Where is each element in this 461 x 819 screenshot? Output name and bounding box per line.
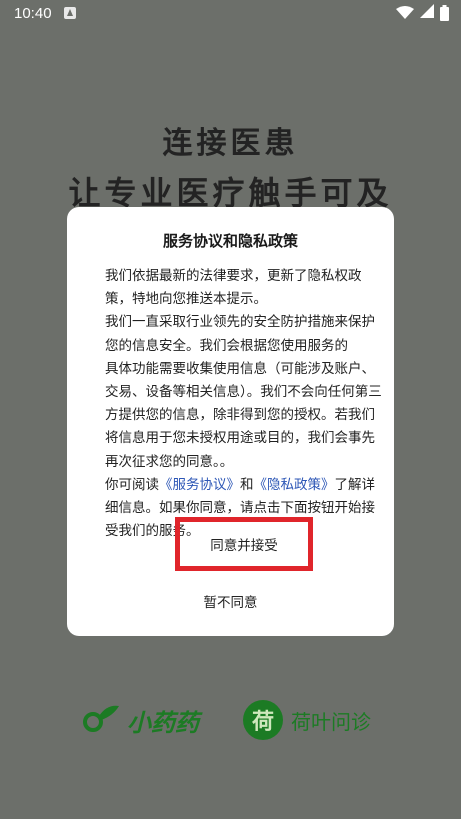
signal-icon — [420, 4, 434, 22]
accept-button-label: 同意并接受 — [210, 538, 278, 554]
xiaoyaoyao-logo: 小药药 — [83, 700, 199, 740]
p3-prefix: 你可阅读 — [105, 476, 159, 493]
dialog-paragraph-2a: 我们一直采取行业领先的安全防护措施来保护您的信息安全。我们会根据您使用服务的 — [105, 314, 375, 354]
battery-icon — [440, 5, 449, 21]
dialog-paragraph-2b: 具体功能需要收集使用信息（可能涉及账户、交易、设备等相关信息）。我们不会向任何第… — [105, 360, 382, 470]
wifi-icon — [396, 6, 414, 20]
dialog-body: 我们依据最新的法律要求，更新了隐私权政策，特地向您推送本提示。 我们一直采取行业… — [77, 265, 384, 543]
heye-badge-icon: 荷 — [243, 700, 283, 740]
leaf-logo-icon — [83, 702, 121, 738]
dialog-title: 服务协议和隐私政策 — [162, 232, 298, 250]
privacy-dialog: 服务协议和隐私政策 我们依据最新的法律要求，更新了隐私权政策，特地向您推送本提示… — [67, 207, 394, 636]
splash-headline-line1: 连接医患 — [162, 126, 299, 161]
status-bar: 10:40 — [0, 0, 461, 28]
privacy-policy-link[interactable]: 《隐私政策》 — [254, 477, 335, 493]
dialog-paragraph-1: 我们依据最新的法律要求，更新了隐私权政策，特地向您推送本提示。 — [105, 268, 362, 308]
status-icons — [396, 4, 449, 22]
logo-right-text: 荷叶问诊 — [291, 709, 371, 734]
heye-wenzhen-logo: 荷 荷叶问诊 — [243, 700, 371, 740]
p3-and: 和 — [240, 476, 254, 493]
service-agreement-link[interactable]: 《服务协议》 — [159, 477, 240, 493]
decline-button[interactable]: 暂不同意 — [167, 589, 294, 617]
accept-button[interactable]: 同意并接受 — [175, 517, 313, 571]
status-time: 10:40 — [14, 5, 52, 22]
logo-left-text: 小药药 — [127, 708, 199, 737]
notification-icon — [64, 7, 76, 19]
